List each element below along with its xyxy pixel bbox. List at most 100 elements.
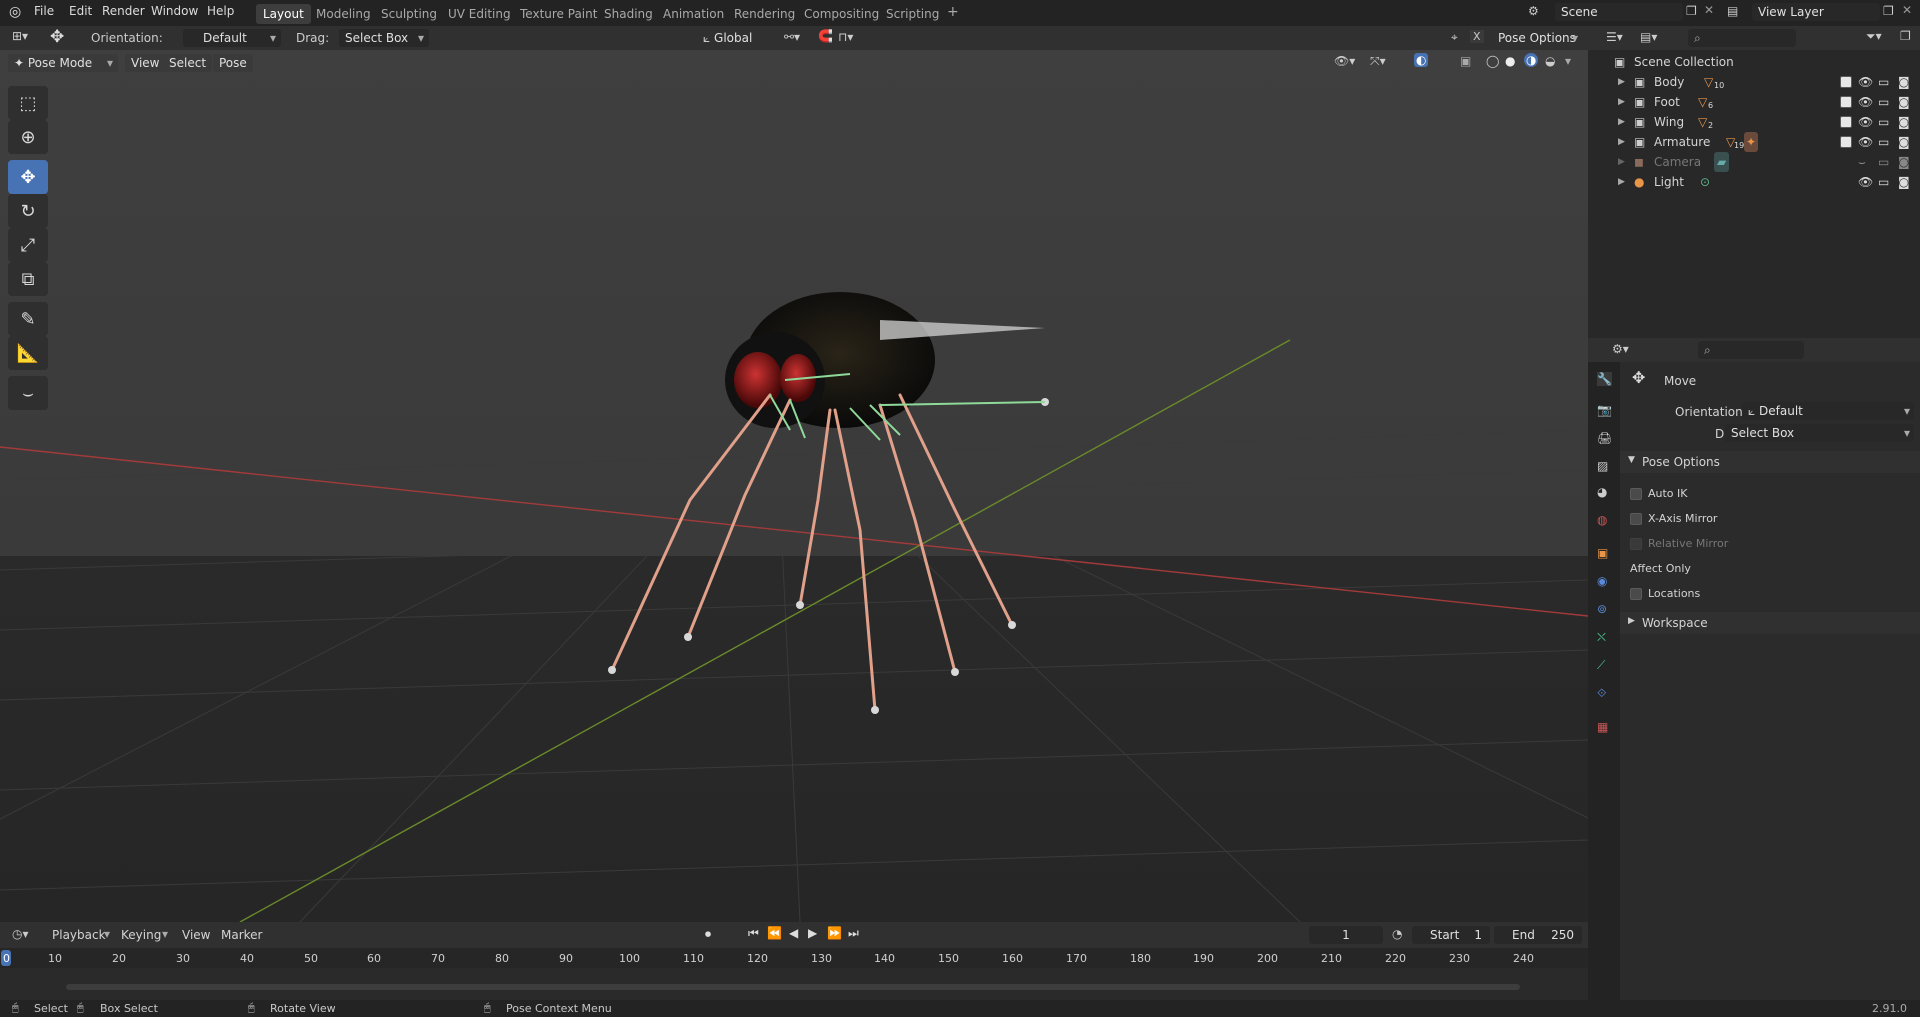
eye-icon[interactable]: 👁 (1858, 92, 1873, 112)
view-layer-tab-icon[interactable]: ▨ (1597, 459, 1608, 473)
outliner-item-foot[interactable]: ▶ ▣ Foot ▽ 6 👁 ▭ ◙ (1588, 92, 1920, 112)
move-tool-button-icon[interactable]: ✥ (8, 160, 48, 194)
tab-rendering[interactable]: Rendering (727, 4, 802, 24)
auto-ik-checkbox[interactable] (1630, 488, 1642, 500)
snap-target-icon[interactable]: ⊓▾ (838, 30, 853, 44)
exclude-checkbox[interactable] (1840, 136, 1852, 148)
tab-shading[interactable]: Shading (597, 4, 660, 24)
bone-tab-icon[interactable]: ⟋ (1597, 658, 1605, 673)
locations-checkbox[interactable] (1630, 588, 1642, 600)
scene-new-icon[interactable]: ❐ (1686, 4, 1697, 18)
props-orientation-dropdown[interactable]: ⟀ Default ▾ (1742, 402, 1914, 420)
tab-modeling[interactable]: Modeling (309, 4, 378, 24)
expand-arrow-icon[interactable]: ▶ (1618, 92, 1625, 112)
eye-icon[interactable]: 👁 (1858, 72, 1873, 92)
relative-mirror-checkbox[interactable] (1630, 538, 1642, 550)
timeline-menu-keying[interactable]: Keying (121, 928, 161, 942)
monitor-icon[interactable]: ▭ (1878, 92, 1889, 112)
world-tab-icon[interactable]: ◍ (1597, 513, 1607, 527)
camera-render-icon[interactable]: ◙ (1898, 112, 1910, 132)
measure-tool-icon[interactable]: 📐 (8, 336, 48, 370)
expand-arrow-icon[interactable]: ▶ (1618, 72, 1625, 92)
play-icon[interactable]: ▶ (808, 926, 817, 940)
start-frame-field[interactable]: Start 1 (1412, 926, 1490, 944)
camera-render-icon[interactable]: ◙ (1898, 172, 1910, 192)
outliner-editor-icon[interactable]: ☰▾ (1606, 30, 1623, 44)
tab-compositing[interactable]: Compositing (797, 4, 886, 24)
xray-icon[interactable]: ▣ (1460, 54, 1471, 68)
monitor-icon[interactable]: ▭ (1878, 72, 1889, 92)
expand-arrow-icon[interactable]: ▶ (1618, 152, 1625, 172)
jump-end-icon[interactable]: ⏭ (848, 926, 859, 941)
view-layer-new-icon[interactable]: ❐ (1883, 4, 1894, 18)
workspace-panel-header[interactable]: ▶ Workspace (1620, 612, 1920, 634)
cursor-tool-icon[interactable]: ⊕ (8, 120, 48, 154)
expand-arrow-icon[interactable]: ▶ (1618, 112, 1625, 132)
exclude-checkbox[interactable] (1840, 76, 1852, 88)
current-frame-field[interactable]: 1 (1309, 926, 1383, 944)
tab-scripting[interactable]: Scripting (879, 4, 946, 24)
x-mirror-toggle[interactable]: X (1470, 30, 1484, 43)
wireframe-shading-icon[interactable]: ◯ (1486, 54, 1499, 68)
eye-icon[interactable]: 👁 (1858, 172, 1873, 192)
filter-funnel-icon[interactable]: ⏷▾ (1866, 29, 1882, 44)
tab-layout[interactable]: Layout (256, 4, 311, 24)
viewport-menu-select[interactable]: Select (163, 54, 213, 72)
timeline-menu-playback[interactable]: Playback (52, 928, 106, 942)
eye-closed-icon[interactable]: ⌣ (1858, 152, 1866, 172)
exclude-checkbox[interactable] (1840, 96, 1852, 108)
timeline-editor-icon[interactable]: ◷▾ (12, 927, 29, 941)
transform-tool-icon[interactable]: ⧉ (8, 262, 48, 296)
outliner-item-wing[interactable]: ▶ ▣ Wing ▽ 2 👁 ▭ ◙ (1588, 112, 1920, 132)
camera-render-icon[interactable]: ◙ (1898, 132, 1910, 152)
tab-animation[interactable]: Animation (656, 4, 731, 24)
snap-icon[interactable]: 🧲 (818, 29, 833, 43)
editor-type-icon[interactable]: ⊞▾ (12, 29, 28, 43)
props-drag-dropdown[interactable]: Select Box ▾ (1725, 424, 1914, 442)
pose-options-dropdown[interactable]: Pose Options ▾ (1492, 29, 1582, 47)
viewport-menu-pose[interactable]: Pose (213, 54, 253, 72)
properties-editor-icon[interactable]: ⚙▾ (1612, 342, 1629, 356)
monitor-icon[interactable]: ▭ (1878, 112, 1889, 132)
menu-edit[interactable]: Edit (69, 4, 92, 18)
prev-keyframe-icon[interactable]: ⏪ (767, 926, 782, 940)
menu-window[interactable]: Window (151, 4, 198, 18)
relax-pose-tool-icon[interactable]: ⌣ (8, 376, 48, 410)
view-layer-icon[interactable]: ▤ (1727, 4, 1738, 18)
camera-render-icon[interactable]: ◙ (1898, 72, 1910, 92)
exclude-checkbox[interactable] (1840, 116, 1852, 128)
select-box-tool-icon[interactable]: ⬚ (8, 86, 48, 120)
scene-icon[interactable]: ⚙ (1528, 4, 1539, 18)
drag-dropdown[interactable]: Select Box ▾ (339, 29, 429, 47)
tool-tab-icon[interactable]: 🔧 (1597, 372, 1612, 386)
outliner-scene-collection[interactable]: ▣ Scene Collection (1588, 52, 1920, 72)
outliner-item-light[interactable]: ▶ ● Light ⊙ 👁 ▭ ◙ (1588, 172, 1920, 192)
timeline-scrollbar[interactable] (66, 984, 1520, 990)
display-mode-icon[interactable]: ▤▾ (1640, 30, 1657, 44)
outliner-search-input[interactable]: ⌕ (1688, 29, 1796, 47)
clock-icon[interactable]: ◔ (1392, 927, 1402, 941)
tab-uv-editing[interactable]: UV Editing (441, 4, 518, 24)
3d-viewport[interactable]: ✦ Pose Mode ▾ View Select Pose 👁▾ ⤧▾ ◐ ▣… (0, 50, 1588, 922)
x-axis-mirror-checkbox[interactable] (1630, 513, 1642, 525)
pivot-point-icon[interactable]: ⚯▾ (784, 30, 800, 44)
blender-logo-icon[interactable]: ◎ (9, 4, 21, 20)
next-keyframe-icon[interactable]: ⏩ (827, 926, 842, 940)
outliner-item-body[interactable]: ▶ ▣ Body ▽ 10 👁 ▭ ◙ (1588, 72, 1920, 92)
gizmo-toggle-icon[interactable]: ⌖ (1451, 30, 1458, 45)
menu-help[interactable]: Help (207, 4, 234, 18)
record-icon[interactable]: ⏺ (705, 927, 711, 942)
eye-icon[interactable]: 👁 (1858, 132, 1873, 152)
expand-arrow-icon[interactable]: ▶ (1618, 132, 1625, 152)
outliner-item-camera[interactable]: ▶ ◼ Camera ▰ ⌣ ▭ ◙ (1588, 152, 1920, 172)
outliner-item-armature[interactable]: ▶ ▣ Armature ▽ 19 ✦ 👁 ▭ ◙ (1588, 132, 1920, 152)
scene-tab-icon[interactable]: ◕ (1597, 485, 1607, 499)
monitor-icon[interactable]: ▭ (1878, 172, 1889, 192)
mode-dropdown[interactable]: ✦ Pose Mode ▾ (8, 54, 118, 72)
timeline-menu-marker[interactable]: Marker (221, 928, 262, 942)
annotate-tool-icon[interactable]: ✎ (8, 302, 48, 336)
transform-orientation-dropdown[interactable]: ⟀ Global (697, 29, 775, 47)
camera-render-icon[interactable]: ◙ (1898, 92, 1910, 112)
monitor-icon[interactable]: ▭ (1878, 132, 1889, 152)
new-collection-icon[interactable]: ❐ (1900, 29, 1911, 43)
